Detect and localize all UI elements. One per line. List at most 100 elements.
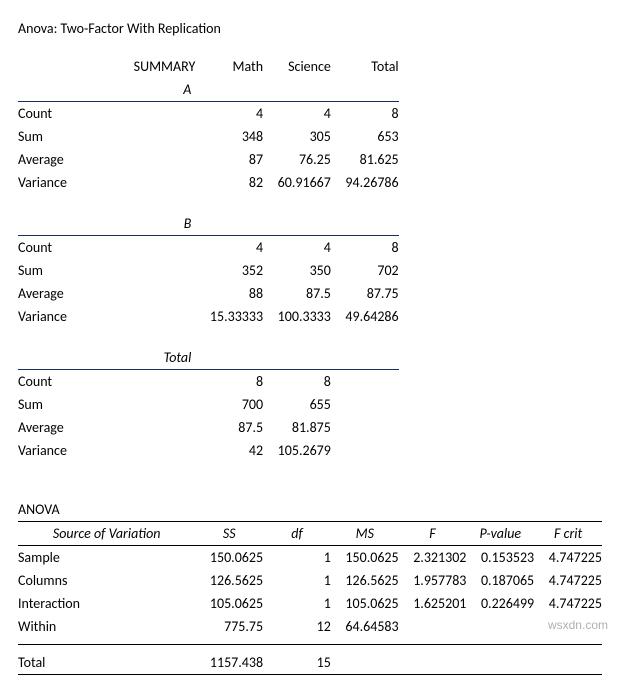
table-row: Sample 150.0625 1 150.0625 2.321302 0.15… <box>18 546 602 570</box>
row-label: Sum <box>18 259 195 282</box>
cell: 305 <box>263 125 331 148</box>
cell: 4.747225 <box>534 546 602 570</box>
cell: 0.187065 <box>466 569 534 592</box>
cell: 150.0625 <box>331 546 399 570</box>
report-title: Anova: Two-Factor With Replication <box>18 20 602 37</box>
table-row: Count 8 8 <box>18 370 602 394</box>
table-row: Total 1157.438 15 <box>18 651 602 675</box>
anova-label: ANOVA <box>18 498 195 522</box>
table-row: Average 87.5 81.875 <box>18 416 602 439</box>
cell: 15.33333 <box>195 305 263 328</box>
cell: 81.625 <box>331 148 399 171</box>
cell: 655 <box>263 393 331 416</box>
cell: 100.3333 <box>263 305 331 328</box>
cell: 4.747225 <box>534 569 602 592</box>
cell: 8 <box>195 370 263 394</box>
col-f: F <box>399 522 467 546</box>
row-label: Variance <box>18 305 195 328</box>
row-label: Count <box>18 370 195 394</box>
row-label: Total <box>18 651 195 675</box>
cell: 87.5 <box>195 416 263 439</box>
row-label: Interaction <box>18 592 195 615</box>
cell: 8 <box>331 236 399 260</box>
col-ss: SS <box>195 522 263 546</box>
table-row: Sum 348 305 653 <box>18 125 602 148</box>
cell: 105.0625 <box>195 592 263 615</box>
row-label: Average <box>18 148 195 171</box>
col-source: Source of Variation <box>18 522 195 546</box>
cell: 88 <box>195 282 263 305</box>
table-row: Columns 126.5625 1 126.5625 1.957783 0.1… <box>18 569 602 592</box>
row-label: Columns <box>18 569 195 592</box>
row-label: Count <box>18 102 195 126</box>
row-label: Within <box>18 615 195 638</box>
table-row: Variance 42 105.2679 <box>18 439 602 462</box>
cell: 2.321302 <box>399 546 467 570</box>
cell: 1157.438 <box>195 651 263 675</box>
cell: 4 <box>263 102 331 126</box>
cell: 653 <box>331 125 399 148</box>
col-p: P-value <box>466 522 534 546</box>
cell: 8 <box>263 370 331 394</box>
cell: 702 <box>331 259 399 282</box>
row-label: Sample <box>18 546 195 570</box>
cell: 352 <box>195 259 263 282</box>
cell: 87.5 <box>263 282 331 305</box>
table-row: Sum 352 350 702 <box>18 259 602 282</box>
table-row: Variance 82 60.91667 94.26786 <box>18 171 602 194</box>
row-label: Variance <box>18 171 195 194</box>
cell: 42 <box>195 439 263 462</box>
col-science: Science <box>263 55 331 78</box>
table-row: Within 775.75 12 64.64583 <box>18 615 602 638</box>
col-total: Total <box>331 55 399 78</box>
cell: 4 <box>195 102 263 126</box>
table-row: Count 4 4 8 <box>18 236 602 260</box>
col-ms: MS <box>331 522 399 546</box>
table-row: Average 88 87.5 87.75 <box>18 282 602 305</box>
row-label: Count <box>18 236 195 260</box>
cell: 105.0625 <box>331 592 399 615</box>
cell: 1.625201 <box>399 592 467 615</box>
cell: 126.5625 <box>195 569 263 592</box>
cell: 82 <box>195 171 263 194</box>
col-math: Math <box>195 55 263 78</box>
cell: 12 <box>263 615 331 638</box>
summary-label: SUMMARY <box>18 55 195 78</box>
col-df: df <box>263 522 331 546</box>
cell: 76.25 <box>263 148 331 171</box>
group-b-header: B <box>18 212 195 236</box>
cell: 350 <box>263 259 331 282</box>
group-total-header: Total <box>18 346 195 370</box>
row-label: Variance <box>18 439 195 462</box>
cell: 4 <box>195 236 263 260</box>
cell: 700 <box>195 393 263 416</box>
cell: 0.226499 <box>466 592 534 615</box>
cell: 1 <box>263 546 331 570</box>
cell: 775.75 <box>195 615 263 638</box>
table-row: Count 4 4 8 <box>18 102 602 126</box>
cell: 81.875 <box>263 416 331 439</box>
cell: 1 <box>263 569 331 592</box>
cell: 8 <box>331 102 399 126</box>
row-label: Sum <box>18 125 195 148</box>
cell: 15 <box>263 651 331 675</box>
cell: 64.64583 <box>331 615 399 638</box>
cell: 87.75 <box>331 282 399 305</box>
cell: 94.26786 <box>331 171 399 194</box>
row-label: Sum <box>18 393 195 416</box>
cell: 0.153523 <box>466 546 534 570</box>
row-label: Average <box>18 282 195 305</box>
cell: 105.2679 <box>263 439 331 462</box>
cell: 1 <box>263 592 331 615</box>
cell: 49.64286 <box>331 305 399 328</box>
col-fcrit: F crit <box>534 522 602 546</box>
table-row: Sum 700 655 <box>18 393 602 416</box>
cell: 4 <box>263 236 331 260</box>
cell: 60.91667 <box>263 171 331 194</box>
summary-table: SUMMARY Math Science Total A Count 4 4 8… <box>18 55 602 675</box>
cell: 348 <box>195 125 263 148</box>
table-row: Variance 15.33333 100.3333 49.64286 <box>18 305 602 328</box>
cell: 1.957783 <box>399 569 467 592</box>
cell: 150.0625 <box>195 546 263 570</box>
row-label: Average <box>18 416 195 439</box>
